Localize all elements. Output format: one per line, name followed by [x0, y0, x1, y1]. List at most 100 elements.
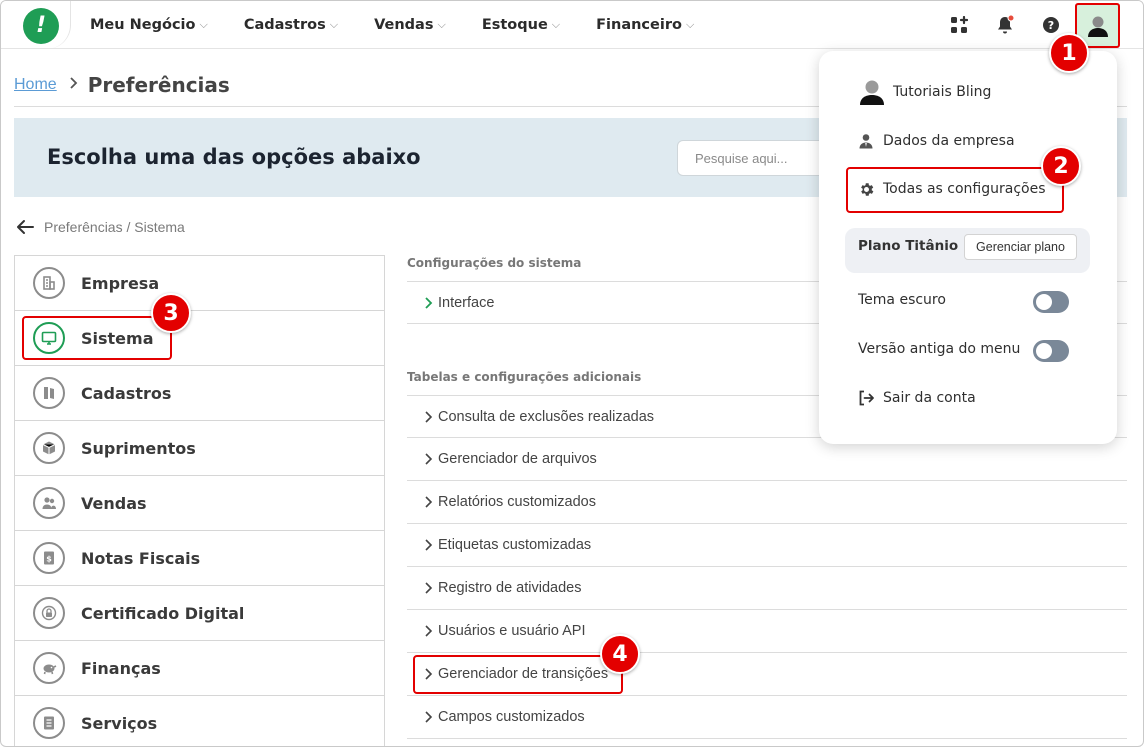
dropdown-user-profile[interactable]: Tutoriais Bling [859, 78, 991, 106]
bling-logo[interactable]: ! [23, 8, 59, 44]
highlight-sistema [22, 316, 172, 360]
list-item-label: Consulta de exclusões realizadas [438, 408, 655, 425]
toggle-knob [1036, 294, 1052, 310]
banner-title: Escolha uma das opções abaixo [47, 145, 421, 169]
plan-card: Plano Titânio Gerenciar plano [845, 228, 1090, 273]
menu-estoque[interactable]: Estoque ⌵ [482, 17, 560, 33]
user-avatar-icon [1087, 16, 1108, 37]
dropdown-logout[interactable]: Sair da conta [857, 389, 976, 407]
dark-theme-toggle[interactable] [1033, 291, 1069, 313]
person-icon [857, 132, 875, 150]
toggle-knob [1036, 343, 1052, 359]
list-item-usuarios-api[interactable]: Usuários e usuário API [407, 610, 1127, 653]
chevron-down-icon: ⌵ [551, 18, 561, 31]
app-window: ! Meu Negócio ⌵ Cadastros ⌵ Vendas ⌵ Estoqu… [0, 0, 1144, 747]
category-label: Suprimentos [81, 438, 196, 458]
list-item-label: Usuários e usuário API [438, 623, 586, 639]
dark-theme-label: Tema escuro [858, 292, 946, 308]
list-item-label: Relatórios customizados [438, 494, 596, 510]
box-icon [33, 432, 65, 464]
bell-icon[interactable] [993, 13, 1017, 37]
highlight-all-settings [846, 167, 1064, 213]
category-servicos[interactable]: Serviços [15, 696, 384, 746]
list-item-etiquetas-customizadas[interactable]: Etiquetas customizadas [407, 524, 1127, 567]
section-title-tables: Tabelas e configurações adicionais [407, 370, 642, 384]
chevron-right-icon [425, 582, 433, 594]
user-avatar-icon [859, 78, 885, 106]
svg-text:?: ? [1048, 19, 1054, 32]
lock-icon [33, 597, 65, 629]
piggy-bank-icon [33, 652, 65, 684]
category-label: Serviços [81, 713, 158, 733]
category-label: Finanças [81, 658, 161, 678]
list-item-label: Campos customizados [438, 709, 585, 725]
chevron-right-icon [425, 539, 433, 551]
chevron-down-icon: ⌵ [685, 18, 695, 31]
chevron-right-icon [425, 625, 433, 637]
book-icon [33, 377, 65, 409]
category-cadastros[interactable]: Cadastros [15, 366, 384, 421]
main-menu: Meu Negócio ⌵ Cadastros ⌵ Vendas ⌵ Estoque ⌵… [90, 1, 730, 49]
chevron-right-icon [425, 453, 433, 465]
chevron-right-icon [70, 76, 77, 89]
chevron-down-icon: ⌵ [437, 18, 446, 31]
breadcrumb: Home Preferências [14, 71, 230, 99]
svg-text:$: $ [46, 555, 52, 564]
old-menu-toggle[interactable] [1033, 340, 1069, 362]
category-label: Certificado Digital [81, 603, 245, 623]
category-notas-fiscais[interactable]: $ Notas Fiscais [15, 531, 384, 586]
category-suprimentos[interactable]: Suprimentos [15, 421, 384, 476]
dropdown-company-data[interactable]: Dados da empresa [857, 132, 1015, 150]
list-item-label: Etiquetas customizadas [438, 537, 592, 553]
category-financas[interactable]: Finanças [15, 641, 384, 696]
menu-vendas[interactable]: Vendas ⌵ [374, 17, 446, 33]
manage-plan-button[interactable]: Gerenciar plano [964, 234, 1077, 260]
category-label: Notas Fiscais [81, 548, 201, 568]
category-certificado-digital[interactable]: Certificado Digital [15, 586, 384, 641]
list-item-campos-customizados[interactable]: Campos customizados [407, 696, 1127, 739]
menu-financeiro[interactable]: Financeiro ⌵ [596, 17, 694, 33]
logo-area: ! [1, 1, 71, 49]
category-empresa[interactable]: Empresa [15, 256, 384, 311]
menu-label: Estoque [481, 17, 548, 33]
category-label: Vendas [81, 493, 147, 513]
list-item-gerenciador-arquivos[interactable]: Gerenciador de arquivos [407, 438, 1127, 481]
help-icon[interactable]: ? [1039, 13, 1063, 37]
list-item-label: Interface [438, 294, 495, 311]
chevron-right-icon [425, 496, 433, 508]
invoice-icon: $ [33, 542, 65, 574]
logout-icon [857, 389, 875, 407]
building-icon [33, 267, 65, 299]
back-path-label: Preferências / Sistema [44, 219, 185, 235]
menu-cadastros[interactable]: Cadastros ⌵ [244, 17, 338, 33]
old-menu-label: Versão antiga do menu [858, 341, 1021, 357]
category-label: Cadastros [81, 383, 172, 403]
list-item-label: Registro de atividades [438, 580, 582, 596]
arrow-left-icon[interactable] [14, 216, 36, 238]
chevron-right-icon [425, 711, 433, 723]
apps-icon[interactable] [947, 13, 971, 37]
section-title-system: Configurações do sistema [407, 256, 582, 270]
chevron-right-icon [425, 296, 433, 309]
users-icon [33, 487, 65, 519]
page-title: Preferências [87, 73, 230, 97]
menu-label: Cadastros [243, 17, 326, 33]
category-vendas[interactable]: Vendas [15, 476, 384, 531]
step-badge-1: 1 [1049, 33, 1089, 73]
breadcrumb-home-link[interactable]: Home [14, 76, 57, 94]
back-row[interactable]: Preferências / Sistema [14, 216, 185, 238]
chevron-down-icon: ⌵ [329, 18, 339, 31]
top-navbar: ! Meu Negócio ⌵ Cadastros ⌵ Vendas ⌵ Estoqu… [1, 1, 1143, 49]
plan-name: Plano Titânio [858, 238, 959, 254]
document-icon [33, 707, 65, 739]
list-item-relatorios-customizados[interactable]: Relatórios customizados [407, 481, 1127, 524]
menu-meu-negocio[interactable]: Meu Negócio ⌵ [90, 17, 208, 33]
menu-label: Meu Negócio [90, 17, 196, 33]
category-label: Empresa [81, 273, 160, 293]
menu-label: Financeiro [596, 17, 682, 33]
dropdown-item-label: Dados da empresa [883, 133, 1015, 149]
list-item-registro-atividades[interactable]: Registro de atividades [407, 567, 1127, 610]
chevron-right-icon [425, 410, 433, 423]
list-item-label: Gerenciador de arquivos [438, 451, 597, 467]
chevron-down-icon: ⌵ [199, 18, 208, 31]
